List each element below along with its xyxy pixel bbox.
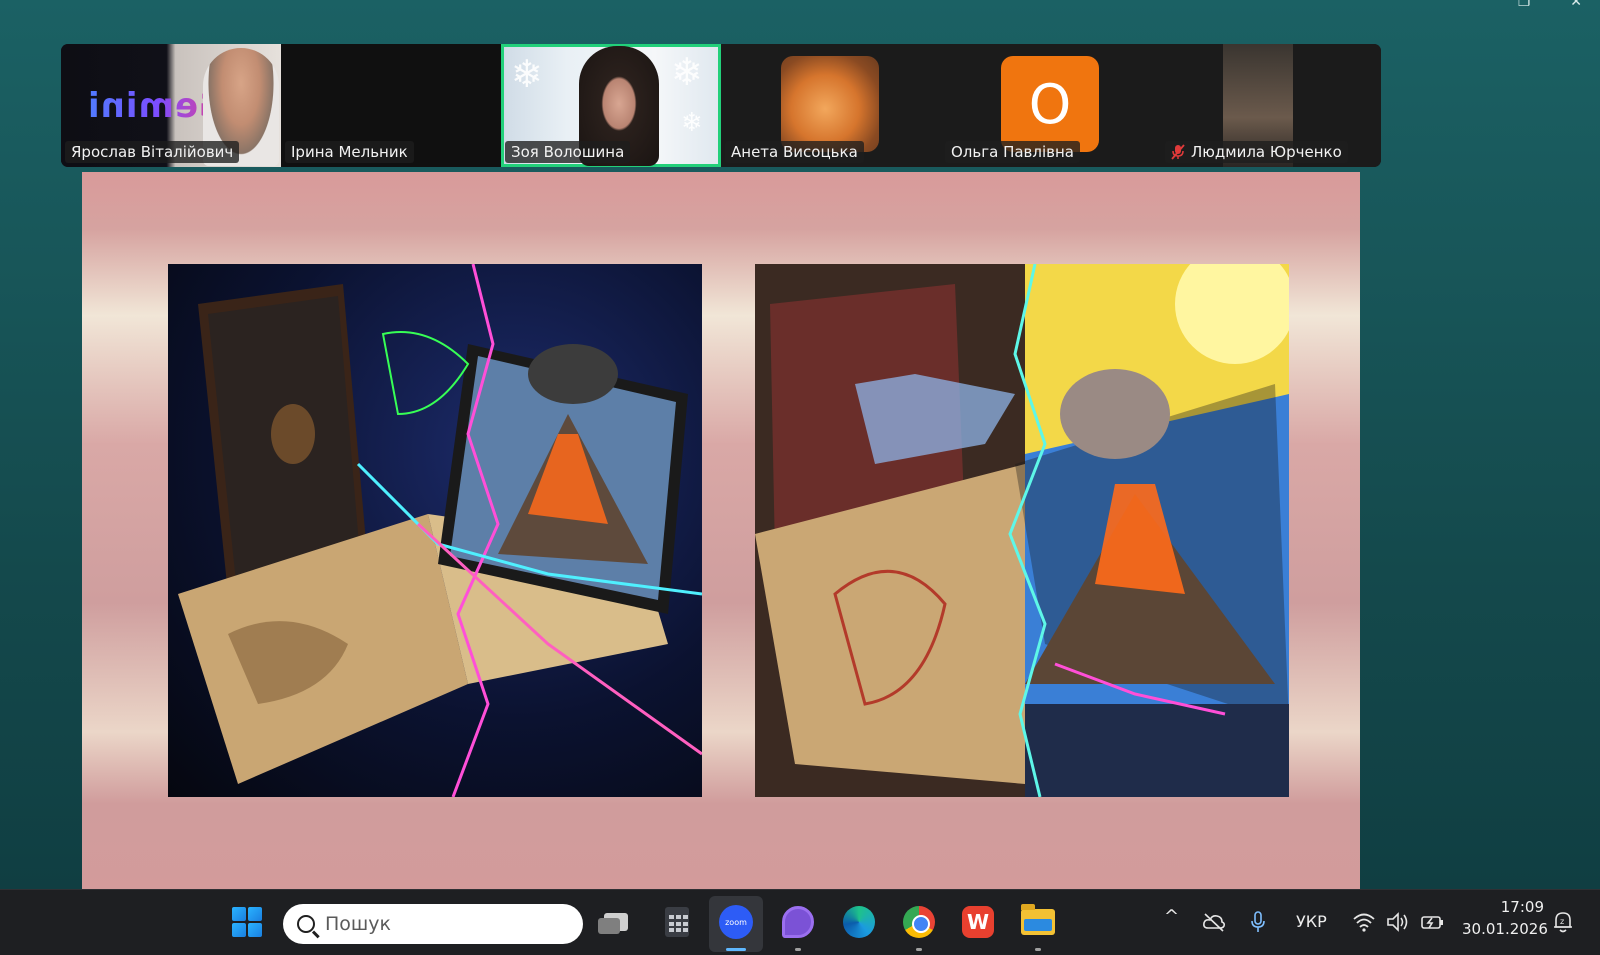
running-app-indicator xyxy=(795,948,801,951)
shared-screen-slide xyxy=(82,172,1360,890)
calculator-icon[interactable] xyxy=(657,902,697,942)
running-app-indicator xyxy=(916,948,922,951)
chrome-icon[interactable] xyxy=(899,902,939,942)
participant-name: Ірина Мельник xyxy=(285,141,414,163)
participant-tile[interactable]: Gemini Ярослав Віталійович xyxy=(61,44,281,167)
language-indicator[interactable]: УКР xyxy=(1296,912,1327,931)
search-placeholder: Пошук xyxy=(325,913,392,935)
participant-tile-active-speaker[interactable]: ❄ ❄ ❄ Зоя Волошина xyxy=(501,44,721,167)
microphone-icon[interactable] xyxy=(1250,910,1266,934)
wifi-icon[interactable] xyxy=(1352,912,1376,932)
cat-avatar xyxy=(781,56,879,152)
participant-tile[interactable]: Людмила Юрченко xyxy=(1161,44,1381,167)
viber-icon[interactable] xyxy=(778,902,818,942)
snowflake-icon: ❄ xyxy=(681,108,703,138)
participants-strip: Gemini Ярослав Віталійович Ірина Мельник… xyxy=(61,44,1381,167)
slide-image-left xyxy=(168,264,702,797)
cloud-off-icon[interactable] xyxy=(1202,912,1226,932)
participant-tile[interactable]: Анета Висоцька xyxy=(721,44,941,167)
participant-tile[interactable]: Ірина Мельник xyxy=(281,44,501,167)
participant-name: Ольга Павлівна xyxy=(945,141,1080,163)
snowflake-icon: ❄ xyxy=(511,52,543,96)
participant-name: Людмила Юрченко xyxy=(1165,141,1348,163)
volume-icon[interactable] xyxy=(1386,912,1410,932)
window-controls: ❐ ✕ xyxy=(1518,0,1582,10)
task-view-icon[interactable] xyxy=(596,902,636,942)
svg-text:z: z xyxy=(1560,917,1564,926)
tray-overflow-icon[interactable]: ^ xyxy=(1164,906,1179,927)
book-volcano-illustration xyxy=(178,264,702,797)
participant-name: Анета Висоцька xyxy=(725,141,864,163)
start-icon[interactable] xyxy=(227,902,267,942)
edge-icon[interactable] xyxy=(839,902,879,942)
taskbar: Пошук zoom W ^ УКР 17:09 30.01.2026 z xyxy=(0,889,1600,955)
close-icon[interactable]: ✕ xyxy=(1570,0,1582,10)
book-volcano-illustration xyxy=(755,264,1289,797)
file-explorer-icon[interactable] xyxy=(1018,902,1058,942)
wps-icon[interactable]: W xyxy=(958,902,998,942)
participant-name: Ярослав Віталійович xyxy=(65,141,240,163)
restore-icon[interactable]: ❐ xyxy=(1518,0,1531,10)
mic-muted-icon xyxy=(1171,144,1185,160)
initial-avatar: О xyxy=(1001,56,1099,152)
clock-time: 17:09 xyxy=(1500,898,1544,916)
participant-name: Зоя Волошина xyxy=(505,141,631,163)
notification-bell-icon[interactable]: z xyxy=(1552,910,1574,934)
clock-date: 30.01.2026 xyxy=(1462,920,1548,938)
slide-image-right xyxy=(755,264,1289,797)
active-app-indicator xyxy=(726,948,746,951)
running-app-indicator xyxy=(1035,948,1041,951)
search-box[interactable]: Пошук xyxy=(283,904,583,944)
clock[interactable]: 17:09 30.01.2026 xyxy=(1462,896,1548,940)
zoom-icon[interactable]: zoom xyxy=(716,902,756,942)
participant-tile[interactable]: О Ольга Павлівна xyxy=(941,44,1161,167)
snowflake-icon: ❄ xyxy=(671,50,703,94)
search-icon xyxy=(297,915,315,933)
battery-icon[interactable] xyxy=(1420,912,1446,932)
